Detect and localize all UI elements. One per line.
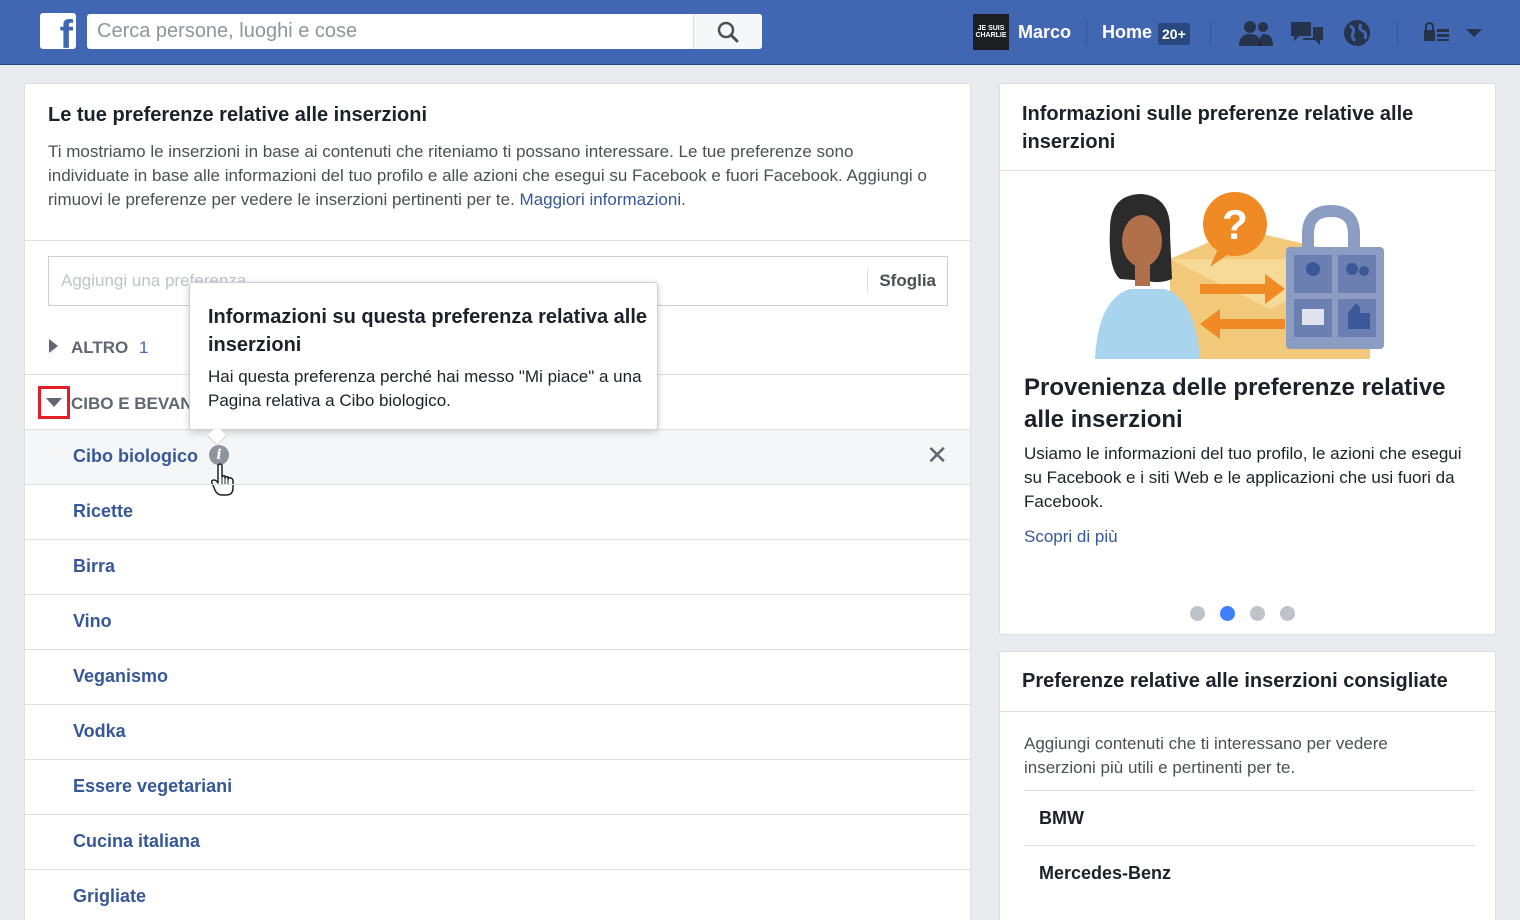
top-nav-bar: f JE SUIS CHARLIE Marco Home 20+ — [0, 0, 1520, 65]
carousel-dot-active[interactable] — [1220, 606, 1235, 621]
home-badge: 20+ — [1158, 23, 1190, 45]
info-panel: Informazioni sulle preferenze relative a… — [999, 83, 1496, 635]
divider — [1000, 711, 1495, 712]
svg-text:?: ? — [1222, 201, 1248, 248]
page-description: Ti mostriamo le inserzioni in base ai co… — [48, 140, 928, 212]
tooltip-title: Informazioni su questa preferenza relati… — [208, 306, 648, 356]
list-item: Cibo biologico i ✕ — [25, 429, 970, 496]
preference-link[interactable]: Veganismo — [73, 666, 168, 687]
carousel-dot[interactable] — [1280, 606, 1295, 621]
nav-separator — [1086, 20, 1087, 46]
search-box — [87, 14, 762, 49]
preference-link[interactable]: Grigliate — [73, 886, 146, 907]
messages-icon — [1291, 22, 1323, 45]
globe-notifications-icon — [1344, 20, 1370, 46]
divider — [1000, 170, 1495, 171]
facebook-logo-letter: f — [59, 13, 73, 49]
description-period: . — [681, 190, 686, 209]
notifications-button[interactable] — [1339, 16, 1375, 50]
description-text: Ti mostriamo le inserzioni in base ai co… — [48, 142, 927, 209]
home-link[interactable]: Home — [1102, 22, 1152, 43]
preference-link[interactable]: Vodka — [73, 721, 126, 742]
learn-more-link[interactable]: Scopri di più — [1024, 527, 1118, 547]
friend-requests-icon — [1239, 21, 1273, 46]
preference-link[interactable]: Cibo biologico — [73, 446, 198, 467]
carousel-dot[interactable] — [1190, 606, 1205, 621]
list-item[interactable]: Mercedes-Benz — [1024, 845, 1475, 900]
divider — [25, 240, 970, 241]
carousel-dot[interactable] — [1250, 606, 1265, 621]
collapse-toggle-highlight[interactable] — [38, 386, 70, 419]
chevron-down-icon — [1466, 29, 1482, 37]
collapse-arrow-icon — [46, 398, 62, 407]
list-item: Essere vegetariani — [25, 759, 970, 814]
friend-requests-button[interactable] — [1238, 16, 1274, 50]
info-icon[interactable]: i — [209, 445, 229, 465]
suggested-panel-body: Aggiungi contenuti che ti interessano pe… — [1024, 734, 1388, 777]
preference-link[interactable]: Cucina italiana — [73, 831, 200, 852]
expand-arrow-icon[interactable] — [49, 339, 58, 353]
ad-preferences-panel: Le tue preferenze relative alle inserzio… — [24, 83, 971, 920]
info-panel-body: Usiamo le informazioni del tuo profilo, … — [1024, 444, 1462, 511]
list-item: Grigliate — [25, 869, 970, 920]
preference-link[interactable]: Birra — [73, 556, 115, 577]
category-altro[interactable]: ALTRO — [71, 338, 128, 358]
tooltip-body: Hai questa preferenza perché hai messo "… — [208, 367, 642, 410]
list-item: Ricette — [25, 484, 970, 539]
account-menu-button[interactable] — [1456, 16, 1492, 50]
list-item: Vodka — [25, 704, 970, 759]
list-item: Vino — [25, 594, 970, 649]
privacy-shortcuts-icon — [1424, 21, 1449, 41]
preference-link[interactable]: Ricette — [73, 501, 133, 522]
page-title: Le tue preferenze relative alle inserzio… — [48, 104, 428, 126]
suggested-preferences-panel: Preferenze relative alle inserzioni cons… — [999, 651, 1496, 920]
carousel-dots — [1190, 606, 1295, 621]
privacy-illustration-icon: ? — [1095, 192, 1384, 359]
search-icon — [717, 21, 739, 42]
preference-info-tooltip: Informazioni su questa preferenza relati… — [189, 282, 658, 446]
nav-separator — [1210, 20, 1211, 46]
search-input[interactable] — [87, 14, 687, 49]
nav-separator — [1397, 20, 1398, 46]
privacy-shortcuts-button[interactable] — [1419, 16, 1455, 50]
list-item[interactable]: BMW — [1024, 790, 1475, 845]
list-item: Cucina italiana — [25, 814, 970, 869]
info-panel-heading: Provenienza delle preferenze relative al… — [1024, 374, 1446, 433]
list-item: Veganismo — [25, 649, 970, 704]
suggested-panel-title: Preferenze relative alle inserzioni cons… — [1022, 670, 1448, 692]
suggested-item-label: BMW — [1039, 808, 1084, 828]
messages-button[interactable] — [1289, 16, 1325, 50]
profile-link[interactable]: Marco — [1018, 22, 1071, 43]
suggested-item-label: Mercedes-Benz — [1039, 863, 1172, 883]
search-button[interactable] — [693, 14, 762, 49]
preference-link[interactable]: Vino — [73, 611, 112, 632]
preference-link[interactable]: Essere vegetariani — [73, 776, 232, 797]
list-item: Birra — [25, 539, 970, 594]
browse-button[interactable]: Sfoglia — [867, 269, 947, 293]
info-panel-title: Informazioni sulle preferenze relative a… — [1022, 103, 1414, 153]
more-info-link[interactable]: Maggiori informazioni — [520, 190, 682, 209]
facebook-logo[interactable]: f — [40, 13, 76, 49]
category-count: 1 — [139, 338, 149, 357]
close-icon[interactable]: ✕ — [926, 442, 948, 468]
avatar[interactable]: JE SUIS CHARLIE — [973, 14, 1009, 50]
